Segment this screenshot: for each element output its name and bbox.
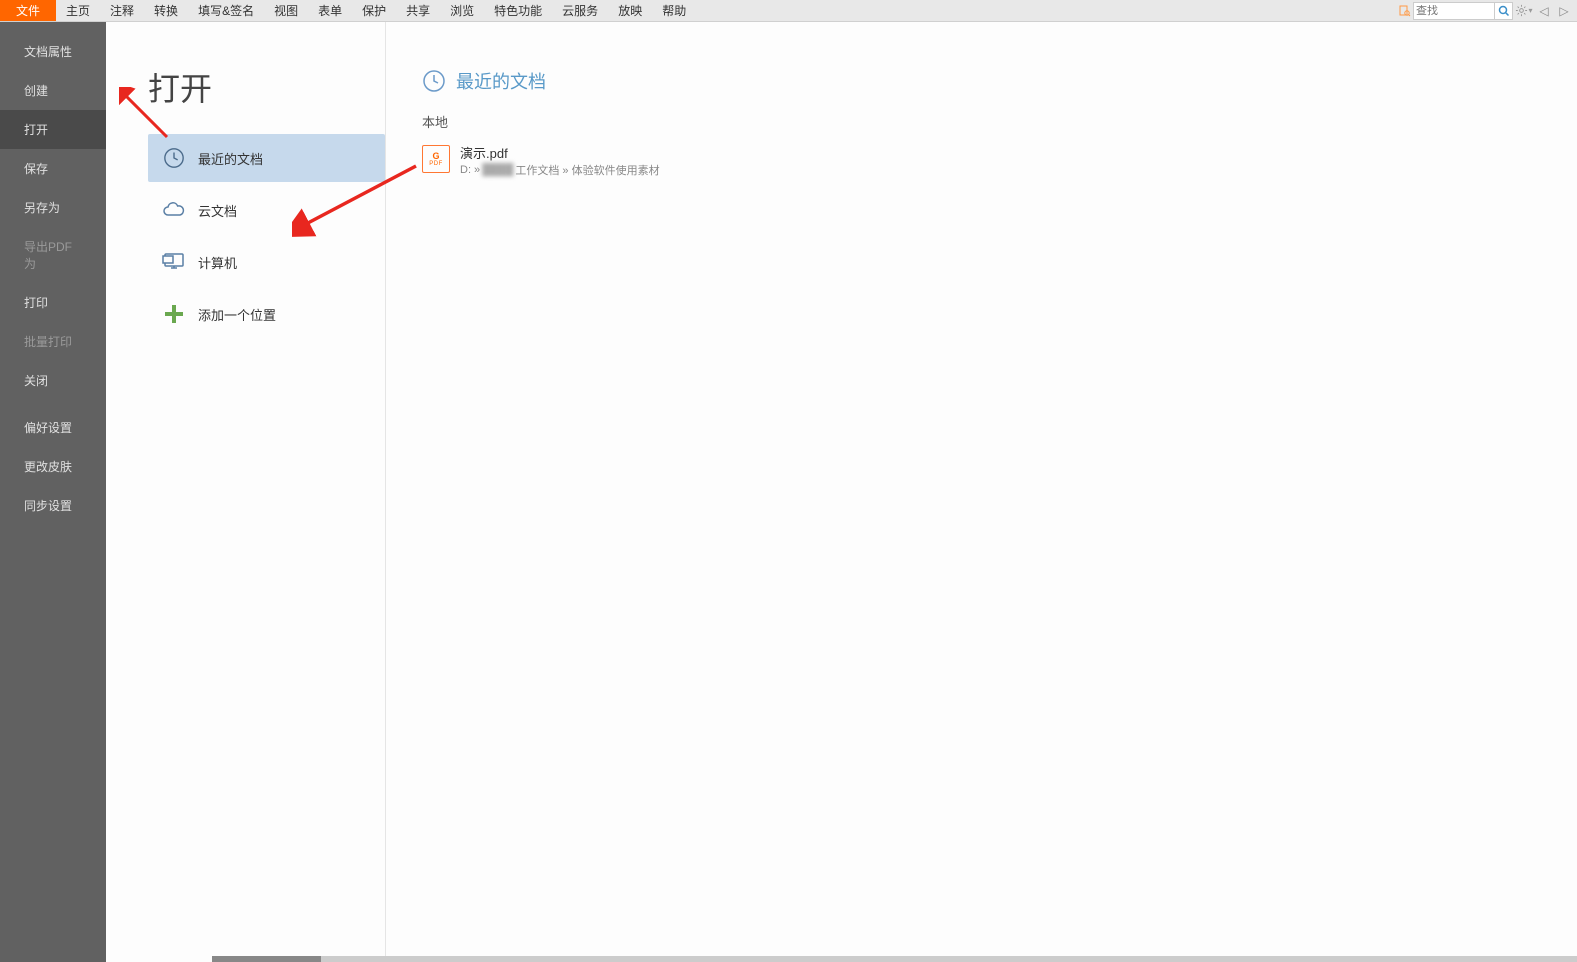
menu-item-0[interactable]: 文件 — [0, 0, 56, 21]
sidebar-item-8[interactable]: 关闭 — [0, 361, 106, 400]
search-button[interactable] — [1494, 3, 1512, 19]
location-label: 云文档 — [198, 201, 237, 220]
pdf-file-icon: GPDF — [422, 145, 450, 173]
page-title: 打开 — [148, 64, 385, 110]
open-locations-panel: 打开 最近的文档云文档计算机添加一个位置 — [106, 22, 386, 962]
sidebar-item-11[interactable]: 同步设置 — [0, 486, 106, 525]
find-page-icon[interactable] — [1397, 3, 1413, 19]
sidebar-item-4[interactable]: 另存为 — [0, 188, 106, 227]
file-path: D: » ████工作文档 » 体验软件使用素材 — [460, 162, 660, 178]
location-label: 计算机 — [198, 253, 237, 272]
search-field-wrap — [1413, 2, 1513, 20]
sidebar-item-1[interactable]: 创建 — [0, 71, 106, 110]
nav-prev-icon[interactable]: ◁ — [1535, 2, 1553, 20]
clock-icon — [422, 69, 446, 93]
location-item-clock[interactable]: 最近的文档 — [148, 134, 385, 182]
plus-icon — [162, 302, 186, 326]
location-item-cloud[interactable]: 云文档 — [148, 186, 385, 234]
computer-icon — [162, 250, 186, 274]
menu-item-11[interactable]: 云服务 — [552, 0, 608, 21]
menu-right-tools: ▾ ◁ ▷ — [1397, 0, 1577, 21]
menu-item-1[interactable]: 主页 — [56, 0, 100, 21]
menu-item-4[interactable]: 填写&签名 — [188, 0, 264, 21]
menu-item-6[interactable]: 表单 — [308, 0, 352, 21]
menu-item-8[interactable]: 共享 — [396, 0, 440, 21]
search-input[interactable] — [1414, 5, 1494, 17]
bottom-strip — [212, 956, 1577, 962]
sidebar-item-0[interactable]: 文档属性 — [0, 32, 106, 71]
file-sidebar: 文档属性创建打开保存另存为导出PDF为打印批量打印关闭偏好设置更改皮肤同步设置 — [0, 22, 106, 962]
location-item-plus[interactable]: 添加一个位置 — [148, 290, 385, 338]
sidebar-item-10[interactable]: 更改皮肤 — [0, 447, 106, 486]
menu-item-13[interactable]: 帮助 — [652, 0, 696, 21]
menu-item-5[interactable]: 视图 — [264, 0, 308, 21]
location-item-computer[interactable]: 计算机 — [148, 238, 385, 286]
settings-gear-icon[interactable]: ▾ — [1515, 2, 1533, 20]
recent-files-panel: 最近的文档 本地 GPDF 演示.pdfD: » ████工作文档 » 体验软件使… — [386, 22, 1577, 962]
sidebar-item-6[interactable]: 打印 — [0, 283, 106, 322]
clock-icon — [162, 146, 186, 170]
sidebar-item-5: 导出PDF为 — [0, 227, 106, 283]
menu-item-2[interactable]: 注释 — [100, 0, 144, 21]
location-label: 添加一个位置 — [198, 305, 276, 324]
menu-item-7[interactable]: 保护 — [352, 0, 396, 21]
sidebar-item-9[interactable]: 偏好设置 — [0, 408, 106, 447]
menu-item-10[interactable]: 特色功能 — [484, 0, 552, 21]
file-name: 演示.pdf — [460, 143, 660, 162]
menu-item-3[interactable]: 转换 — [144, 0, 188, 21]
menu-item-12[interactable]: 放映 — [608, 0, 652, 21]
cloud-icon — [162, 198, 186, 222]
menu-item-9[interactable]: 浏览 — [440, 0, 484, 21]
nav-next-icon[interactable]: ▷ — [1555, 2, 1573, 20]
sidebar-item-3[interactable]: 保存 — [0, 149, 106, 188]
location-label: 最近的文档 — [198, 149, 263, 168]
sidebar-item-7: 批量打印 — [0, 322, 106, 361]
recent-heading: 最近的文档 — [456, 68, 546, 94]
recent-sub-label: 本地 — [422, 112, 1577, 131]
content-area: 打开 最近的文档云文档计算机添加一个位置 最近的文档 本地 GPDF 演示.pdf… — [106, 22, 1577, 962]
sidebar-item-2[interactable]: 打开 — [0, 110, 106, 149]
menu-bar: 文件主页注释转换填写&签名视图表单保护共享浏览特色功能云服务放映帮助 ▾ ◁ ▷ — [0, 0, 1577, 22]
recent-file-row[interactable]: GPDF 演示.pdfD: » ████工作文档 » 体验软件使用素材 — [422, 139, 1577, 182]
